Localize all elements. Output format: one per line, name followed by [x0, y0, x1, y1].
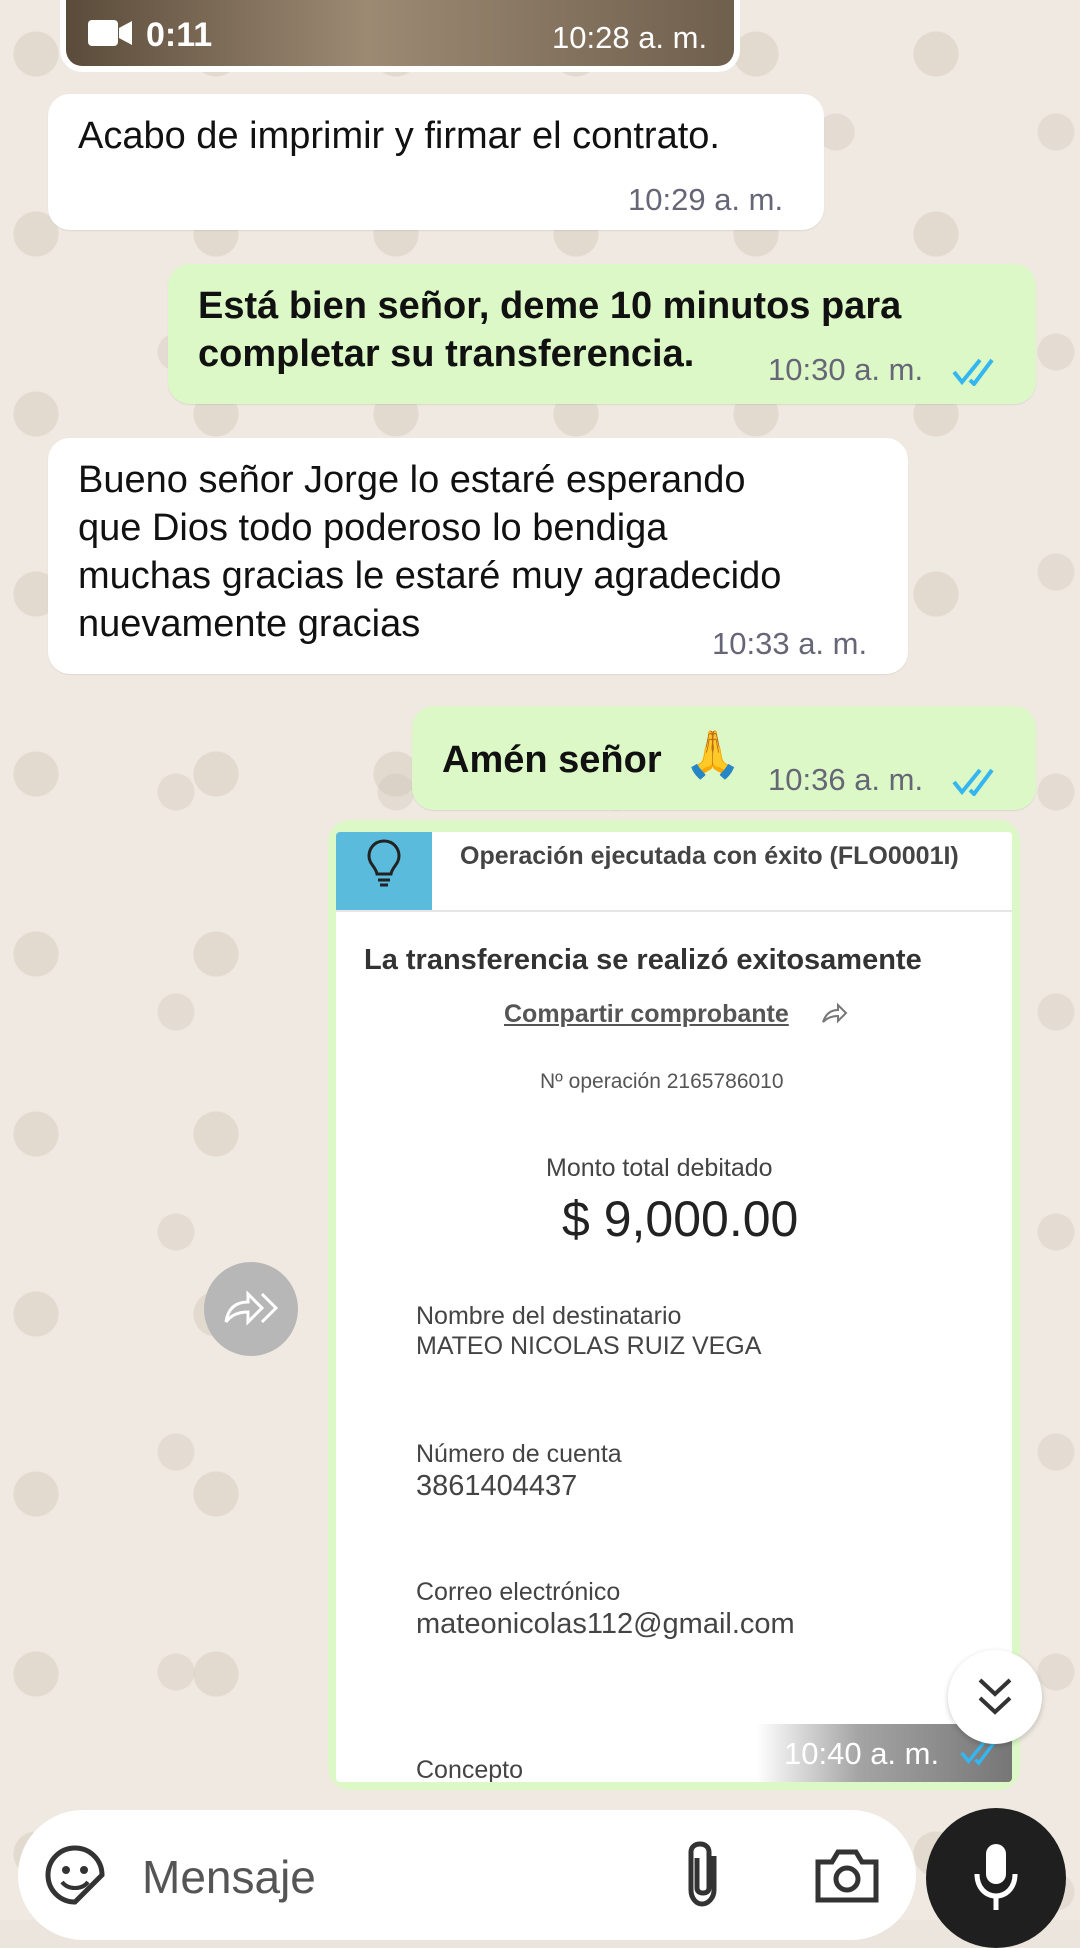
receipt-image-message[interactable]: Operación ejecutada con éxito (FLO0001I)…	[328, 820, 1020, 1790]
scroll-down-icon	[978, 1678, 1012, 1715]
message-line-4: nuevamente gracias	[78, 603, 421, 645]
message-time: 10:36 a. m.	[768, 762, 924, 797]
message-line-1: Bueno señor Jorge lo estaré esperando	[78, 459, 746, 501]
lightbulb-icon	[367, 839, 401, 887]
message-time: 10:33 a. m.	[712, 626, 868, 661]
amount-value: $ 9,000.00	[562, 1191, 799, 1247]
recipient-value: MATEO NICOLAS RUIZ VEGA	[416, 1332, 762, 1360]
receipt-icon-box	[336, 832, 432, 910]
double-check-icon	[952, 768, 994, 796]
message-incoming-2[interactable]: Bueno señor Jorge lo estaré esperando qu…	[48, 438, 908, 674]
receipt-header-text: Operación ejecutada con éxito (FLO0001I)	[460, 842, 959, 870]
video-time: 10:28 a. m.	[552, 20, 708, 55]
video-icon	[88, 20, 132, 46]
amount-label: Monto total debitado	[546, 1154, 773, 1182]
forward-button[interactable]	[204, 1262, 298, 1356]
account-value: 3861404437	[416, 1470, 578, 1502]
operation-number: Nº operación 2165786010	[540, 1070, 784, 1093]
message-text: Amén señor	[442, 739, 662, 781]
scroll-down-button[interactable]	[948, 1650, 1042, 1744]
pray-emoji: 🙏	[684, 728, 742, 780]
concept-label: Concepto	[416, 1756, 524, 1782]
message-line-2: que Dios todo poderoso lo bendiga	[78, 507, 668, 549]
message-line-2: completar su transferencia.	[198, 333, 695, 375]
email-label: Correo electrónico	[416, 1578, 621, 1606]
message-text: Acabo de imprimir y firmar el contrato.	[78, 115, 720, 157]
recipient-label: Nombre del destinatario	[416, 1302, 682, 1330]
email-value: mateonicolas112@gmail.com	[416, 1608, 795, 1640]
video-duration: 0:11	[146, 16, 213, 54]
message-time: 10:29 a. m.	[628, 182, 784, 217]
message-time: 10:30 a. m.	[768, 352, 924, 387]
mic-button[interactable]	[926, 1808, 1066, 1948]
receipt-header: Operación ejecutada con éxito (FLO0001I)	[336, 832, 1012, 912]
message-input-bar: Mensaje	[18, 1810, 916, 1940]
message-input[interactable]: Mensaje	[142, 1850, 316, 1904]
share-receipt-link: Compartir comprobante	[504, 1000, 789, 1028]
sticker-icon[interactable]	[44, 1844, 106, 1906]
video-message[interactable]: 0:11 10:28 a. m.	[60, 0, 740, 72]
message-time: 10:40 a. m.	[784, 1736, 940, 1771]
double-check-icon	[952, 358, 994, 386]
message-outgoing-2[interactable]: Amén señor 🙏 10:36 a. m.	[412, 706, 1036, 810]
receipt-title: La transferencia se realizó exitosamente	[364, 944, 922, 976]
message-line-3: muchas gracias le estaré muy agradecido	[78, 555, 782, 597]
forward-icon	[224, 1290, 279, 1326]
receipt-image: Operación ejecutada con éxito (FLO0001I)…	[336, 832, 1012, 1782]
message-incoming-1[interactable]: Acabo de imprimir y firmar el contrato. …	[48, 94, 824, 230]
attach-icon[interactable]	[686, 1840, 726, 1910]
mic-icon	[974, 1844, 1018, 1910]
account-label: Número de cuenta	[416, 1440, 622, 1468]
camera-icon[interactable]	[814, 1846, 880, 1904]
message-outgoing-1[interactable]: Está bien señor, deme 10 minutos para co…	[168, 264, 1036, 404]
message-line-1: Está bien señor, deme 10 minutos para	[198, 285, 902, 327]
share-icon	[822, 1002, 848, 1024]
